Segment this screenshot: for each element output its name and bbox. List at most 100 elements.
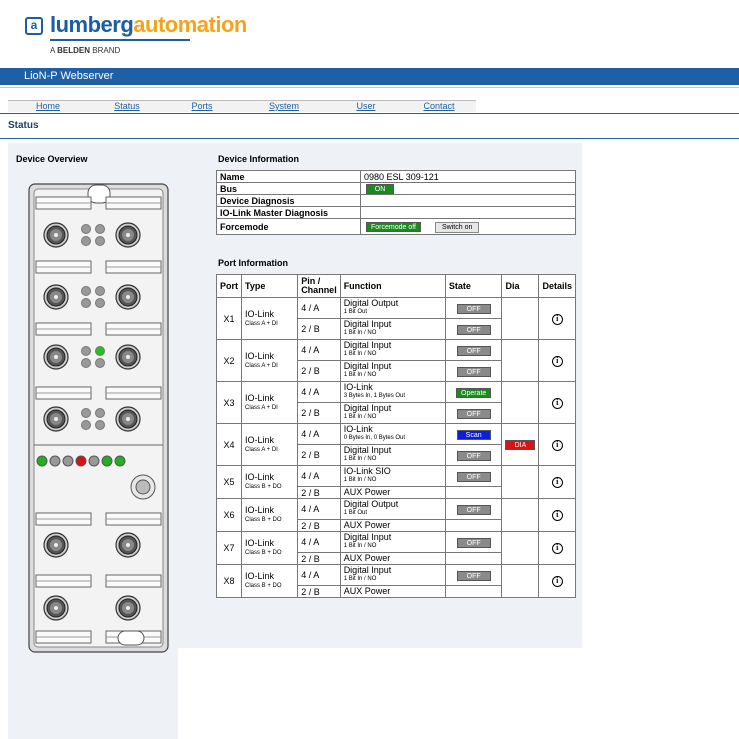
port-type-class: Class B + DO (245, 583, 282, 589)
pin-channel: 4 / A (297, 498, 341, 520)
info-icon[interactable]: i (551, 576, 563, 587)
port-type-label: IO-Link (245, 392, 275, 403)
state-cell: Operate (444, 381, 503, 403)
function-label: IO-Link SIO (343, 466, 391, 476)
nav-user[interactable]: User (330, 100, 402, 112)
port-info-table: Port Type Pin / Channel Function State D… (216, 274, 576, 598)
table-row: X8 IO-Link Class B + DO 4 / A Digital Input 1… (216, 564, 576, 598)
state-cell: OFF (444, 531, 503, 553)
nav-status[interactable]: Status (88, 100, 166, 112)
info-icon[interactable]: i (551, 543, 563, 554)
state-badge: OFF (456, 366, 491, 377)
port-type: IO-Link Class B + DO (240, 498, 299, 532)
col-port: Port (216, 274, 242, 298)
nav-home[interactable]: Home (8, 100, 88, 112)
function-detail: 1 Bit In / NO (343, 456, 377, 462)
divider (0, 113, 739, 114)
table-row: Name 0980 ESL 309-121 (216, 170, 576, 183)
function-detail: 3 Bytes In, 1 Bytes Out (343, 393, 406, 399)
function-label: Digital Input (343, 361, 392, 371)
col-type: Type (240, 274, 299, 298)
function-cell: Digital Input 1 Bit In / NO (339, 360, 446, 382)
state-badge: OFF (456, 303, 491, 314)
function-label: AUX Power (343, 553, 391, 563)
table-row: X4 IO-Link Class A + DI 4 / A IO-Link 0 Bytes… (216, 423, 576, 466)
function-cell: AUX Power (339, 585, 446, 598)
info-icon[interactable]: i (551, 397, 563, 409)
function-cell: AUX Power (339, 519, 446, 532)
function-label: Digital Input (343, 403, 392, 413)
function-cell: AUX Power (339, 486, 446, 499)
logo-underline (50, 39, 190, 41)
function-detail: 1 Bit In / NO (343, 477, 377, 483)
function-label: AUX Power (343, 487, 391, 497)
port-type-class: Class A + DI (245, 362, 278, 369)
details-cell: i (538, 339, 576, 382)
info-icon[interactable]: i (551, 313, 563, 325)
device-diagnosis-value (360, 194, 576, 207)
state-cell: OFF (444, 465, 503, 487)
pin-channel: 2 / B (297, 360, 341, 382)
port-type: IO-Link Class A + DI (240, 339, 299, 382)
state-badge: OFF (456, 471, 491, 482)
function-cell: Digital Input 1 Bit In / NO (339, 402, 446, 424)
port-type-class: Class A + DI (245, 404, 278, 411)
state-cell: Scan (444, 423, 503, 445)
nav-ports[interactable]: Ports (166, 100, 238, 112)
function-detail: 1 Bit Out (343, 510, 368, 516)
dia-badge[interactable]: DIA (505, 440, 536, 450)
forcemode-status-badge: Forcemode off (366, 221, 422, 232)
state-cell (444, 552, 503, 565)
function-detail: 1 Bit In / NO (343, 543, 377, 549)
device-image (28, 183, 169, 653)
info-icon[interactable]: i (551, 355, 563, 367)
nav-system[interactable]: System (238, 100, 330, 112)
state-badge: OFF (456, 570, 491, 581)
bus-label: Bus (216, 182, 361, 195)
port-type-class: Class A + DI (245, 446, 278, 453)
info-icon[interactable]: i (551, 439, 563, 451)
col-details: Details (538, 274, 576, 298)
function-cell: Digital Input 1 Bit In / NO (339, 564, 446, 586)
info-icon[interactable]: i (551, 510, 563, 521)
device-diagnosis-label: Device Diagnosis (216, 194, 361, 207)
logo-icon: a (25, 17, 43, 35)
state-cell (444, 519, 503, 532)
table-row: Device Diagnosis (216, 194, 576, 207)
table-row: X6 IO-Link Class B + DO 4 / A Digital Output… (216, 498, 576, 532)
state-cell: OFF (444, 402, 503, 424)
pin-channel: 2 / B (297, 585, 341, 598)
forcemode-switch-button[interactable]: Switch on (435, 221, 480, 233)
app-title-bar: LioN-P Webserver (0, 68, 739, 85)
port-id: X3 (216, 381, 242, 424)
header: a lumbergautomation A BELDEN BRAND (0, 0, 739, 68)
port-id: X8 (216, 564, 242, 598)
function-detail: 1 Bit Out (343, 309, 368, 315)
table-row: Forcemode Forcemode off Switch on (216, 218, 576, 235)
content-margin (178, 648, 739, 739)
state-cell: OFF (444, 564, 503, 586)
function-label: Digital Output (343, 298, 399, 308)
details-cell: i (538, 297, 576, 340)
content-margin (582, 143, 739, 648)
pin-channel: 2 / B (297, 552, 341, 565)
table-row: X5 IO-Link Class B + DO 4 / A IO-Link SIO 1 B… (216, 465, 576, 499)
state-cell: OFF (444, 498, 503, 520)
port-type-label: IO-Link (245, 434, 275, 445)
port-type-label: IO-Link (245, 308, 275, 319)
table-row: Bus ON (216, 182, 576, 195)
divider (0, 138, 739, 139)
pin-channel: 2 / B (297, 486, 341, 499)
state-badge: OFF (456, 537, 491, 548)
forcemode-cell: Forcemode off Switch on (360, 218, 576, 235)
name-value: 0980 ESL 309-121 (360, 170, 576, 183)
info-icon[interactable]: i (551, 477, 563, 488)
state-cell: OFF (444, 360, 503, 382)
dia-cell (501, 531, 540, 565)
function-cell: Digital Output 1 Bit Out (339, 297, 446, 319)
port-type: IO-Link Class B + DO (240, 531, 299, 565)
function-label: IO-Link (343, 424, 373, 434)
nav-contact[interactable]: Contact (402, 100, 476, 112)
pin-channel: 2 / B (297, 402, 341, 424)
device-info-title: Device Information (218, 154, 300, 164)
